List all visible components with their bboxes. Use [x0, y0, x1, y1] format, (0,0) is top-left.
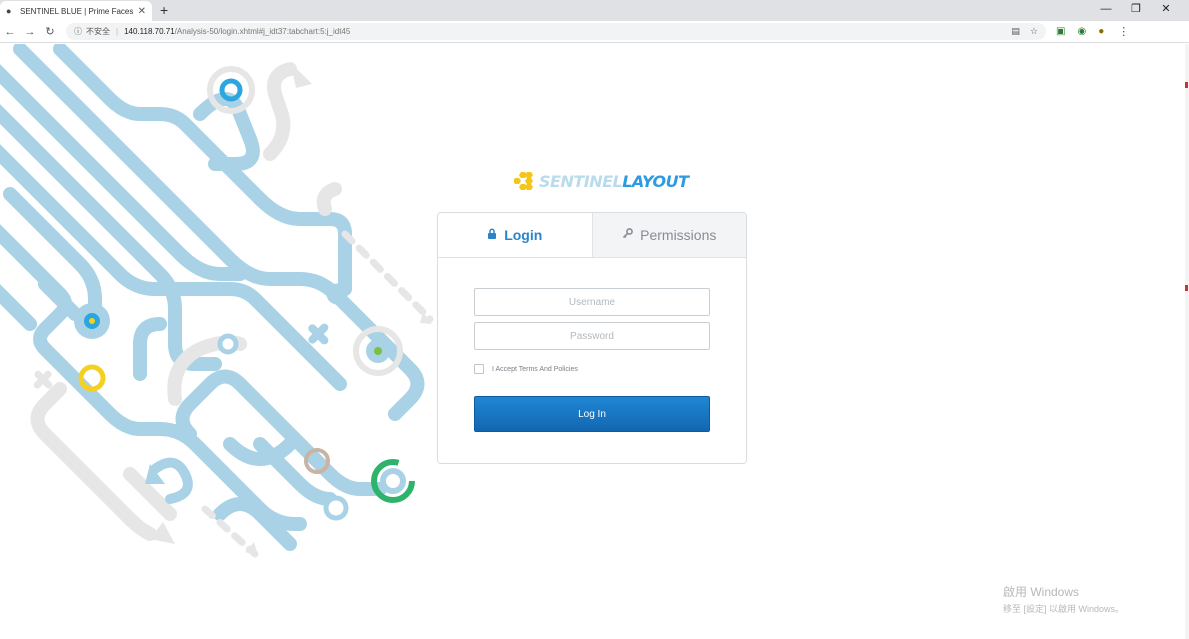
url-host: 140.118.70.71	[124, 27, 175, 36]
logo-text-sentinel: SENTINEL	[539, 171, 623, 191]
extension-icon-2[interactable]: ◉	[1077, 26, 1086, 37]
address-bar[interactable]: ⓘ 不安全 | 140.118.70.71 /Analysis-50/login…	[66, 23, 1046, 40]
tab-permissions-label: Permissions	[640, 227, 717, 243]
windows-activation-watermark: 啟用 Windows 移至 [設定] 以啟用 Windows。	[1003, 583, 1124, 615]
edge-marker	[1185, 82, 1188, 88]
edge-marker	[1185, 285, 1188, 291]
tab-login-label: Login	[504, 227, 543, 243]
sentinel-logo: SENTINELLAYOUT	[514, 171, 689, 191]
page-content: SENTINELLAYOUT Login Permissions I Accep…	[0, 44, 1185, 639]
browser-tab-title: SENTINEL BLUE | Prime Faces L	[20, 6, 134, 16]
watermark-line-1: 啟用 Windows	[1003, 585, 1080, 599]
browser-menu-icon[interactable]: ⋮	[1118, 25, 1129, 38]
decorative-background-graphic	[0, 44, 434, 558]
tab-permissions[interactable]: Permissions	[591, 213, 746, 257]
extension-icon[interactable]: ▣	[1056, 26, 1065, 37]
terms-label: I Accept Terms And Policies	[492, 365, 578, 373]
extensions-area: ▣ ◉ ●	[1056, 26, 1104, 37]
globe-icon: ●	[6, 5, 12, 16]
browser-tab-strip: ● SENTINEL BLUE | Prime Faces L ✕ + — ❐ …	[0, 0, 1189, 21]
security-label: 不安全	[86, 27, 110, 36]
hexagon-logo-icon	[514, 172, 533, 190]
logo-text-layout: LAYOUT	[622, 171, 689, 191]
window-controls: — ❐ ✕	[1091, 0, 1181, 21]
username-input[interactable]	[474, 288, 710, 316]
browser-toolbar: ← → ↻ ⓘ 不安全 | 140.118.70.71 /Analysis-50…	[0, 21, 1189, 43]
key-icon	[622, 228, 634, 242]
minimize-icon[interactable]: —	[1091, 0, 1121, 21]
tab-login[interactable]: Login	[438, 213, 592, 257]
login-tabs: Login Permissions	[438, 213, 746, 258]
translate-icon[interactable]: ▤	[1011, 26, 1020, 37]
lock-icon	[487, 228, 497, 242]
password-input[interactable]	[474, 322, 710, 350]
watermark-line-2: 移至 [設定] 以啟用 Windows。	[1003, 604, 1125, 614]
restore-icon[interactable]: ❐	[1121, 0, 1151, 21]
close-tab-icon[interactable]: ✕	[138, 6, 146, 17]
url-separator: |	[116, 27, 119, 36]
forward-icon[interactable]: →	[20, 26, 40, 38]
page-scrollbar[interactable]	[1185, 44, 1189, 639]
info-icon[interactable]: ⓘ	[74, 26, 82, 37]
terms-row: I Accept Terms And Policies	[474, 364, 578, 374]
login-button[interactable]: Log In	[474, 396, 710, 432]
new-tab-button[interactable]: +	[160, 2, 168, 18]
reload-icon[interactable]: ↻	[40, 25, 60, 38]
back-icon[interactable]: ←	[0, 26, 20, 38]
login-card: Login Permissions I Accept Terms And Pol…	[437, 212, 747, 464]
bookmark-star-icon[interactable]: ☆	[1030, 26, 1038, 37]
url-path: /Analysis-50/login.xhtml#j_idt37:tabchar…	[174, 27, 351, 36]
browser-tab[interactable]: ● SENTINEL BLUE | Prime Faces L ✕	[0, 1, 152, 21]
terms-checkbox[interactable]	[474, 364, 484, 374]
close-window-icon[interactable]: ✕	[1151, 0, 1181, 21]
profile-avatar-icon[interactable]: ●	[1098, 26, 1104, 37]
